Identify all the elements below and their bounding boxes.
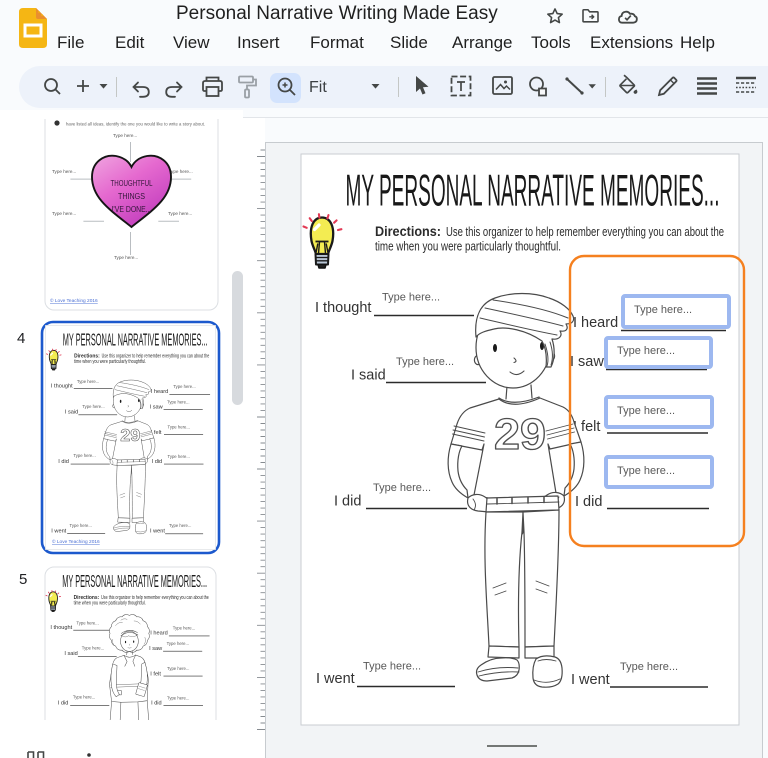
svg-text:© Love Teaching 2016: © Love Teaching 2016 xyxy=(50,297,98,304)
svg-text:Type here...: Type here... xyxy=(617,465,675,477)
svg-text:Type here...: Type here... xyxy=(113,133,137,138)
svg-text:Type here...: Type here... xyxy=(114,255,138,260)
svg-text:© Love Teaching 2016: © Love Teaching 2016 xyxy=(52,538,100,545)
svg-text:Type here...: Type here... xyxy=(52,169,76,174)
svg-text:Type here...: Type here... xyxy=(52,211,76,216)
svg-text:Type here...: Type here... xyxy=(168,211,192,216)
svg-text:Type here...: Type here... xyxy=(169,169,193,174)
svg-text:Type here...: Type here... xyxy=(634,304,692,316)
svg-text:Type here...: Type here... xyxy=(617,345,675,357)
svg-text:Type here...: Type here... xyxy=(617,405,675,417)
svg-text:THINGS: THINGS xyxy=(118,191,145,201)
svg-text:THOUGHTFUL: THOUGHTFUL xyxy=(111,178,153,188)
svg-text:I'VE DONE...: I'VE DONE... xyxy=(112,204,152,214)
svg-text:have listed all ideas, identif: have listed all ideas, identify the one … xyxy=(66,122,205,127)
